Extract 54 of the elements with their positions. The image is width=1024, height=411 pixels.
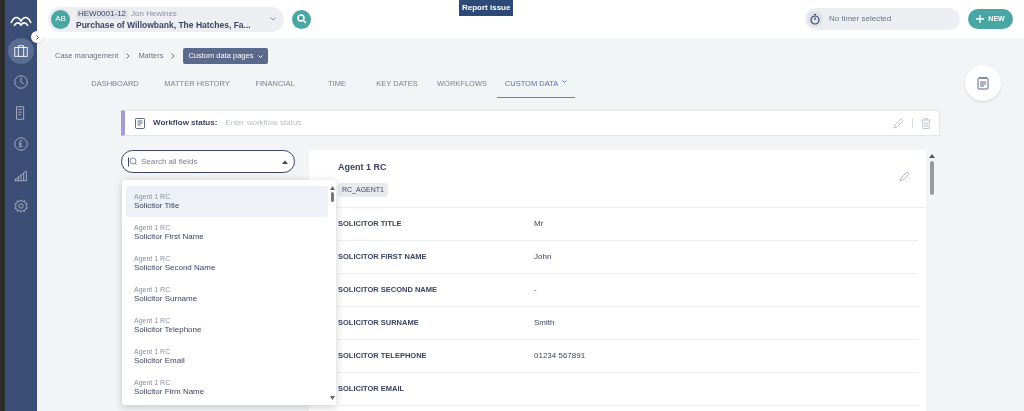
trash-icon[interactable] [921,117,931,129]
option-label: Solicitor Telephone [134,326,203,334]
matter-title: Purchase of Willowbank, The Hatches, Fa... [76,20,252,30]
option-label: Solicitor Email [134,357,186,365]
pencil-icon[interactable] [893,117,904,129]
workflow-status-input[interactable]: Enter workflow status [225,117,885,129]
search-input[interactable]: Search all fields [141,155,278,168]
clock-icon [13,74,29,90]
gear-icon [13,198,29,214]
chart-icon [13,167,29,183]
field-value: Smith [534,316,555,329]
scroll-up-icon[interactable] [329,186,335,190]
document-icon [135,117,145,129]
notes-button[interactable] [965,65,1001,101]
chevron-down-icon [270,17,276,21]
option-label: Solicitor First Name [134,233,205,241]
option-label: Solicitor Second Name [134,264,217,272]
pencil-icon[interactable] [899,171,910,182]
matter-reference: HEW0001-12 [76,8,129,19]
pound-icon [13,136,29,152]
search-fields-dropdown[interactable]: Search all fields [121,150,295,173]
workflow-status-label: Workflow status: [153,117,218,129]
timer-label: No timer selected [829,13,892,25]
client-name: Jon Hewines [131,9,177,18]
field-value: Mr [534,217,544,230]
stopwatch-icon [807,11,823,27]
option-label: Solicitor Surname [134,295,199,303]
field-value: 01234 567891 [534,349,586,362]
matter-selector[interactable]: AB HEW0001-12 Jon Hewines Purchase of Willowbank, The Hatches, Fa... [48,6,284,32]
field-value: John [534,250,552,263]
search-icon [128,156,137,167]
scroll-up-icon[interactable] [929,154,935,158]
chevron-right-icon [171,53,176,59]
scroll-down-icon[interactable] [329,396,335,400]
option-label: Solicitor Firm Name [134,388,206,396]
chevron-down-icon [258,54,264,58]
avatar: AB [51,9,70,29]
search-button[interactable] [292,9,311,29]
plus-icon [976,15,985,23]
chevron-right-icon [126,53,131,59]
timer-selector[interactable]: No timer selected [805,8,960,30]
option-label: Solicitor Title [134,202,181,210]
caret-up-icon [282,159,288,164]
chevron-down-icon [562,80,568,83]
workflow-status-field[interactable]: Workflow status: Enter workflow status [121,110,940,136]
chevron-right-icon [34,34,40,40]
card-title: Agent 1 RC [338,161,388,174]
report-issue-button[interactable]: Report issue [459,0,514,16]
field-value: - [534,283,537,296]
sidebar-item[interactable] [8,38,34,64]
logo-icon [10,14,32,28]
briefcase-icon [13,43,29,59]
search-icon [296,14,307,24]
notepad-icon [977,76,989,90]
